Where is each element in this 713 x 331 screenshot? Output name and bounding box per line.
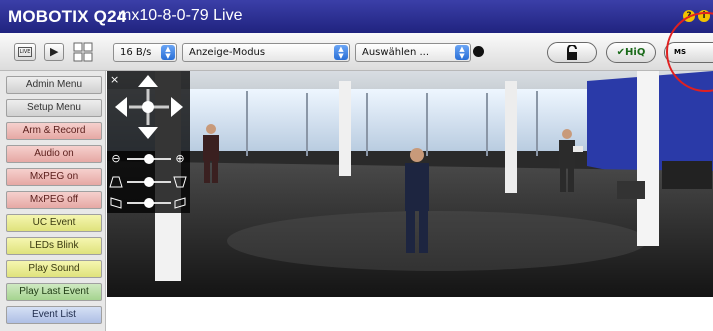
choose-select[interactable]: Auswählen ... ▲ ▼ [355, 43, 471, 62]
perspective-slider[interactable] [109, 175, 189, 189]
uc-event-button[interactable]: UC Event [6, 214, 102, 232]
arrow-up-icon[interactable] [138, 75, 158, 87]
arrow-left-icon[interactable] [115, 97, 127, 117]
camera-name: mx10-8-0-79 Live [118, 7, 243, 24]
zoom-slider[interactable]: ⊖ ⊕ [109, 152, 189, 166]
skew-right-icon[interactable] [173, 196, 187, 210]
skew-left-icon[interactable] [109, 196, 123, 210]
rotation-slider[interactable] [109, 196, 189, 210]
play-sound-button[interactable]: Play Sound [6, 260, 102, 278]
zoom-out-icon[interactable]: ⊖ [109, 152, 123, 166]
arrow-down-icon[interactable] [138, 127, 158, 139]
live-video-feed[interactable] [107, 71, 713, 297]
record-dot-icon[interactable] [473, 46, 484, 57]
admin-menu-button[interactable]: Admin Menu [6, 76, 102, 94]
toolbar: LIVE ▶ 16 B/s ▲ ▼ Anzeige-Modus ▲ ▼ Auswäh… [0, 33, 713, 71]
hiq-button[interactable]: ✔HiQ [606, 42, 656, 63]
leds-blink-button[interactable]: LEDs Blink [6, 237, 102, 255]
display-mode-value: Anzeige-Modus [189, 47, 266, 58]
chevron-updown-icon: ▲ ▼ [161, 45, 175, 60]
mxpeg-on-button[interactable]: MxPEG on [6, 168, 102, 186]
ptz-control-panel[interactable]: × ⊖ ⊕ [107, 71, 190, 213]
mxpeg-off-button[interactable]: MxPEG off [6, 191, 102, 209]
chevron-updown-icon: ▲ ▼ [334, 45, 348, 60]
live-view-button[interactable]: LIVE [14, 43, 36, 61]
trapezoid-icon[interactable] [109, 175, 123, 189]
arrow-right-icon[interactable] [171, 97, 183, 117]
play-icon: ▶ [50, 45, 59, 58]
live-icon: LIVE [18, 47, 32, 57]
grid-icon [73, 42, 93, 62]
softbutton-sidebar: Admin Menu Setup Menu Arm & Record Audio… [0, 71, 106, 331]
camera-live-window: MOBOTIX Q24 mx10-8-0-79 Live ? i LIVE ▶ … [0, 0, 713, 331]
zoom-knob[interactable] [144, 154, 154, 164]
perspective-knob[interactable] [144, 177, 154, 187]
chevron-updown-icon: ▲ ▼ [455, 45, 469, 60]
pan-tilt-pad[interactable] [107, 71, 190, 143]
event-list-button[interactable]: Event List [6, 306, 102, 324]
arm-record-button[interactable]: Arm & Record [6, 122, 102, 140]
audio-on-button[interactable]: Audio on [6, 145, 102, 163]
app-title: MOBOTIX Q24 [8, 7, 127, 26]
player-button[interactable]: ▶ [44, 43, 64, 61]
multiview-button[interactable] [71, 41, 95, 63]
title-bar: MOBOTIX Q24 mx10-8-0-79 Live ? i [0, 0, 713, 33]
trapezoid-inverted-icon[interactable] [173, 175, 187, 189]
zoom-in-icon[interactable]: ⊕ [173, 152, 187, 166]
framerate-select[interactable]: 16 B/s ▲ ▼ [113, 43, 177, 62]
camera-image [107, 71, 713, 297]
video-status-area [107, 297, 713, 331]
pan-tilt-knob[interactable] [142, 101, 154, 113]
play-last-event-button[interactable]: Play Last Event [6, 283, 102, 301]
framerate-value: 16 B/s [120, 47, 152, 58]
unlock-icon [567, 45, 577, 60]
display-mode-select[interactable]: Anzeige-Modus ▲ ▼ [182, 43, 350, 62]
unlock-button[interactable] [547, 42, 597, 63]
setup-menu-button[interactable]: Setup Menu [6, 99, 102, 117]
choose-value: Auswählen ... [362, 47, 430, 58]
rotation-knob[interactable] [144, 198, 154, 208]
